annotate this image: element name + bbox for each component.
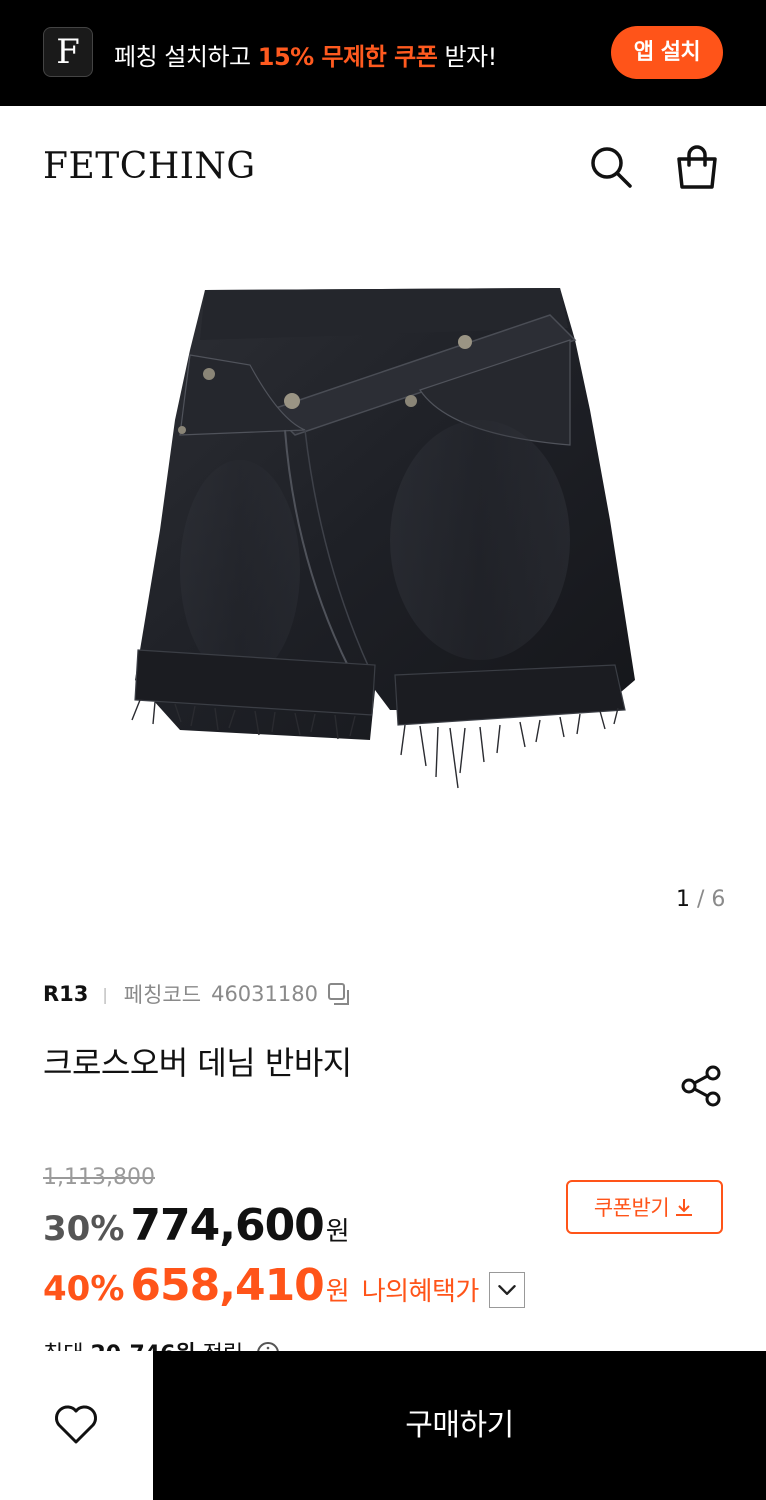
- product-brand-link[interactable]: R13: [43, 982, 88, 1006]
- copy-icon[interactable]: [326, 981, 352, 1007]
- app-install-button[interactable]: 앱 설치: [611, 26, 723, 79]
- promo-message: 페칭 설치하고 15% 무제한 쿠폰 받자!: [114, 37, 497, 72]
- meta-divider: |: [102, 984, 108, 1004]
- fetching-code-label: 페칭코드: [123, 983, 202, 1007]
- fetching-code-value: 46031180: [211, 982, 318, 1006]
- benefit-price: 658,410: [130, 1260, 324, 1311]
- sale-price: 774,600: [130, 1200, 324, 1251]
- benefit-currency: 원: [325, 1277, 350, 1307]
- gallery-separator: /: [697, 887, 705, 912]
- fetching-app-logo: F: [43, 27, 93, 77]
- product-meta: R13 | 페칭코드 46031180: [43, 979, 352, 1009]
- gallery-current: 1: [676, 887, 690, 912]
- benefit-label: 나의혜택가: [361, 1277, 480, 1307]
- site-header: FETCHING: [0, 106, 766, 226]
- search-icon[interactable]: [587, 143, 635, 191]
- get-coupon-button[interactable]: 쿠폰받기: [566, 1180, 723, 1234]
- app-install-banner: F 페칭 설치하고 15% 무제한 쿠폰 받자! 앱 설치: [0, 0, 766, 106]
- gallery-pager: 1 / 6: [676, 887, 725, 912]
- promo-text-before: 페칭 설치하고: [114, 43, 258, 71]
- coupon-button-label: 쿠폰받기: [593, 1196, 670, 1220]
- promo-text-after: 받자!: [437, 43, 497, 71]
- gallery-total: 6: [711, 887, 726, 912]
- original-price: 1,113,800: [43, 1165, 155, 1190]
- site-logo[interactable]: FETCHING: [43, 146, 256, 187]
- product-title: 크로스오버 데님 반바지: [43, 1044, 352, 1082]
- promo-text-highlight: 15% 무제한 쿠폰: [257, 43, 438, 71]
- chevron-down-icon[interactable]: [488, 1272, 525, 1308]
- download-icon: [676, 1199, 693, 1216]
- product-image[interactable]: [120, 270, 650, 840]
- heart-icon: [55, 1405, 97, 1444]
- benefit-price-row: 40% 658,410 원 나의혜택가: [43, 1260, 525, 1311]
- buy-button[interactable]: 구매하기: [153, 1351, 766, 1500]
- discount-percent: 30%: [43, 1209, 125, 1249]
- share-icon[interactable]: [680, 1064, 724, 1108]
- bottom-action-bar: 구매하기: [0, 1351, 766, 1500]
- sale-price-row: 30% 774,600 원: [43, 1200, 350, 1251]
- wishlist-button[interactable]: [0, 1351, 153, 1500]
- shopping-bag-icon[interactable]: [673, 143, 721, 191]
- benefit-percent: 40%: [43, 1269, 125, 1309]
- sale-currency: 원: [325, 1217, 350, 1247]
